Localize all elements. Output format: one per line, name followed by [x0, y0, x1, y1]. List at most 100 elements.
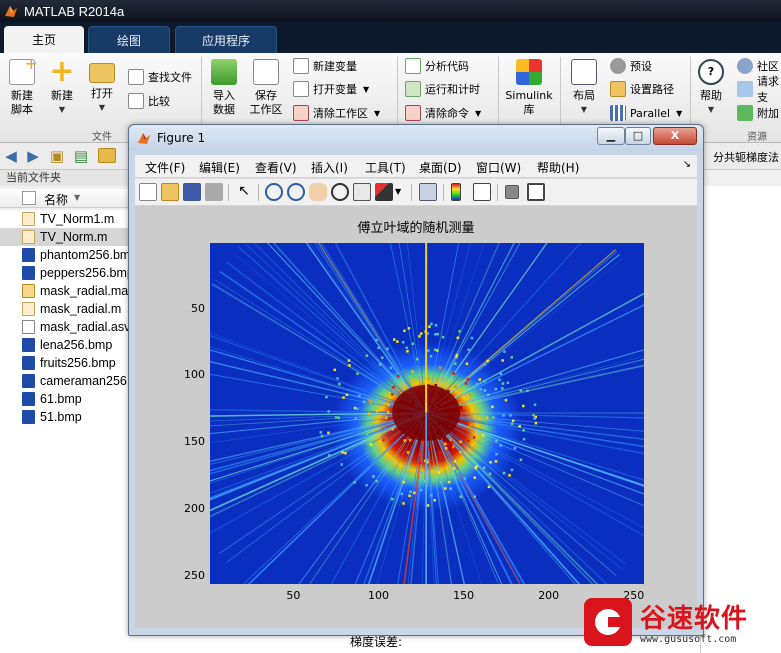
sample-speckle	[427, 349, 430, 352]
print-icon[interactable]	[205, 183, 223, 201]
menu-dock-arrow-icon[interactable]: ↘	[683, 159, 691, 170]
sample-speckle	[459, 495, 463, 498]
forward-arrow-icon[interactable]: ▶	[24, 147, 42, 165]
watermark: 谷速软件 www.gususoft.com	[584, 598, 781, 653]
clear-commands-button[interactable]: 清除命令 ▼	[405, 103, 481, 123]
heatmap-overlay	[210, 243, 644, 584]
maximize-button[interactable]: □	[625, 127, 651, 145]
menu-edit[interactable]: 编辑(E)	[199, 159, 240, 176]
sample-speckle	[459, 450, 462, 454]
set-path-button[interactable]: 设置路径	[610, 79, 674, 99]
address-path-tail[interactable]: 分共轭梯度法	[713, 149, 779, 165]
simulink-library-button[interactable]: Simulink 库	[505, 59, 553, 117]
figure-title-bar[interactable]: Figure 1 ▁ □ X	[129, 125, 703, 151]
run-and-time-button[interactable]: 运行和计时	[405, 79, 480, 99]
tab-plots[interactable]: 绘图	[88, 26, 170, 53]
show-plot-tools-icon[interactable]	[527, 183, 545, 201]
zoom-in-icon[interactable]	[265, 183, 283, 201]
tab-home[interactable]: 主页	[4, 26, 84, 53]
matlab-logo-icon	[137, 131, 151, 145]
save-workspace-button[interactable]: 保存 工作区	[244, 59, 288, 117]
analyze-code-button[interactable]: 分析代码	[405, 56, 469, 76]
menu-view[interactable]: 查看(V)	[255, 159, 297, 176]
find-files-button[interactable]: 查找文件	[128, 67, 192, 87]
brush-icon[interactable]	[375, 183, 393, 201]
watermark-brand: 谷速软件	[640, 604, 749, 634]
file-name: 51.bmp	[40, 410, 82, 424]
sample-speckle	[382, 438, 385, 442]
new-script-button[interactable]: + 新建 脚本	[0, 56, 44, 117]
sample-speckle	[409, 466, 412, 469]
menu-insert[interactable]: 插入(I)	[311, 159, 348, 176]
compare-icon	[128, 93, 144, 109]
sample-speckle	[522, 429, 525, 432]
close-button[interactable]: X	[653, 127, 697, 145]
sample-speckle	[519, 389, 522, 392]
sample-speckle	[389, 366, 393, 370]
legend-icon[interactable]	[473, 183, 491, 201]
sample-speckle	[483, 363, 487, 366]
colorbar-icon[interactable]	[451, 183, 461, 201]
zoom-out-icon[interactable]	[287, 183, 305, 201]
menu-help[interactable]: 帮助(H)	[537, 159, 579, 176]
menu-desktop[interactable]: 桌面(D)	[419, 159, 462, 176]
clear-commands-icon	[405, 105, 421, 121]
sample-speckle	[486, 359, 489, 363]
menu-window[interactable]: 窗口(W)	[476, 159, 521, 176]
sample-speckle	[471, 455, 474, 459]
file-name: mask_radial.asv	[40, 320, 131, 334]
back-arrow-icon[interactable]: ◀	[2, 147, 20, 165]
sample-speckle	[444, 446, 448, 450]
sample-speckle	[387, 403, 390, 406]
sample-speckle	[348, 364, 351, 367]
sample-speckle	[470, 410, 473, 413]
tab-apps[interactable]: 应用程序	[175, 26, 277, 53]
sample-speckle	[475, 465, 478, 468]
compare-button[interactable]: 比较	[128, 91, 170, 111]
up-folder-icon[interactable]: ▣	[48, 147, 66, 165]
link-plot-icon[interactable]	[419, 183, 437, 201]
heatmap-plot[interactable]	[210, 243, 644, 584]
hide-plot-tools-icon[interactable]	[505, 185, 519, 199]
sample-speckle	[365, 432, 369, 436]
sample-speckle	[495, 439, 498, 443]
folder-icon[interactable]	[98, 148, 116, 163]
chevron-down-icon[interactable]: ▼	[395, 183, 403, 201]
new-button[interactable]: + 新建 ▼	[40, 57, 84, 117]
open-button[interactable]: 打开 ▼	[80, 59, 124, 115]
help-button[interactable]: ? 帮助 ▼	[689, 59, 733, 117]
rotate-3d-icon[interactable]	[331, 183, 349, 201]
sample-speckle	[406, 451, 410, 454]
sample-speckle	[334, 416, 338, 419]
layout-button[interactable]: 布局 ▼	[562, 59, 606, 117]
browse-folder-icon[interactable]: ▤	[72, 147, 90, 165]
sample-speckle	[485, 416, 489, 419]
sample-speckle	[455, 353, 459, 357]
pointer-icon[interactable]: ↖	[235, 183, 253, 201]
sample-speckle	[456, 470, 459, 473]
request-support-button[interactable]: 请求支	[737, 75, 781, 104]
parallel-button[interactable]: Parallel ▼	[610, 103, 682, 123]
minimize-button[interactable]: ▁	[597, 127, 625, 145]
preferences-button[interactable]: 预设	[610, 56, 652, 76]
pan-hand-icon[interactable]	[309, 183, 327, 201]
save-icon[interactable]	[183, 183, 201, 201]
sample-speckle	[458, 330, 461, 333]
y-tick-label: 200	[184, 502, 205, 516]
bmp-file-icon	[22, 356, 35, 370]
new-variable-button[interactable]: 新建变量	[293, 56, 357, 76]
import-data-button[interactable]: 导入 数据	[202, 59, 246, 117]
radial-sample-line	[425, 412, 513, 584]
clear-workspace-button[interactable]: 清除工作区 ▼	[293, 103, 380, 123]
radial-sample-line	[210, 412, 427, 484]
radial-sample-line	[298, 412, 427, 584]
menu-tools[interactable]: 工具(T)	[365, 159, 406, 176]
open-variable-button[interactable]: 打开变量 ▼	[293, 79, 369, 99]
open-file-icon[interactable]	[161, 183, 179, 201]
new-figure-icon[interactable]	[139, 183, 157, 201]
data-cursor-icon[interactable]	[353, 183, 371, 201]
sample-speckle	[522, 404, 525, 408]
menu-file[interactable]: 文件(F)	[145, 159, 185, 176]
sample-speckle	[369, 401, 372, 404]
addons-button[interactable]: 附加	[737, 103, 779, 123]
